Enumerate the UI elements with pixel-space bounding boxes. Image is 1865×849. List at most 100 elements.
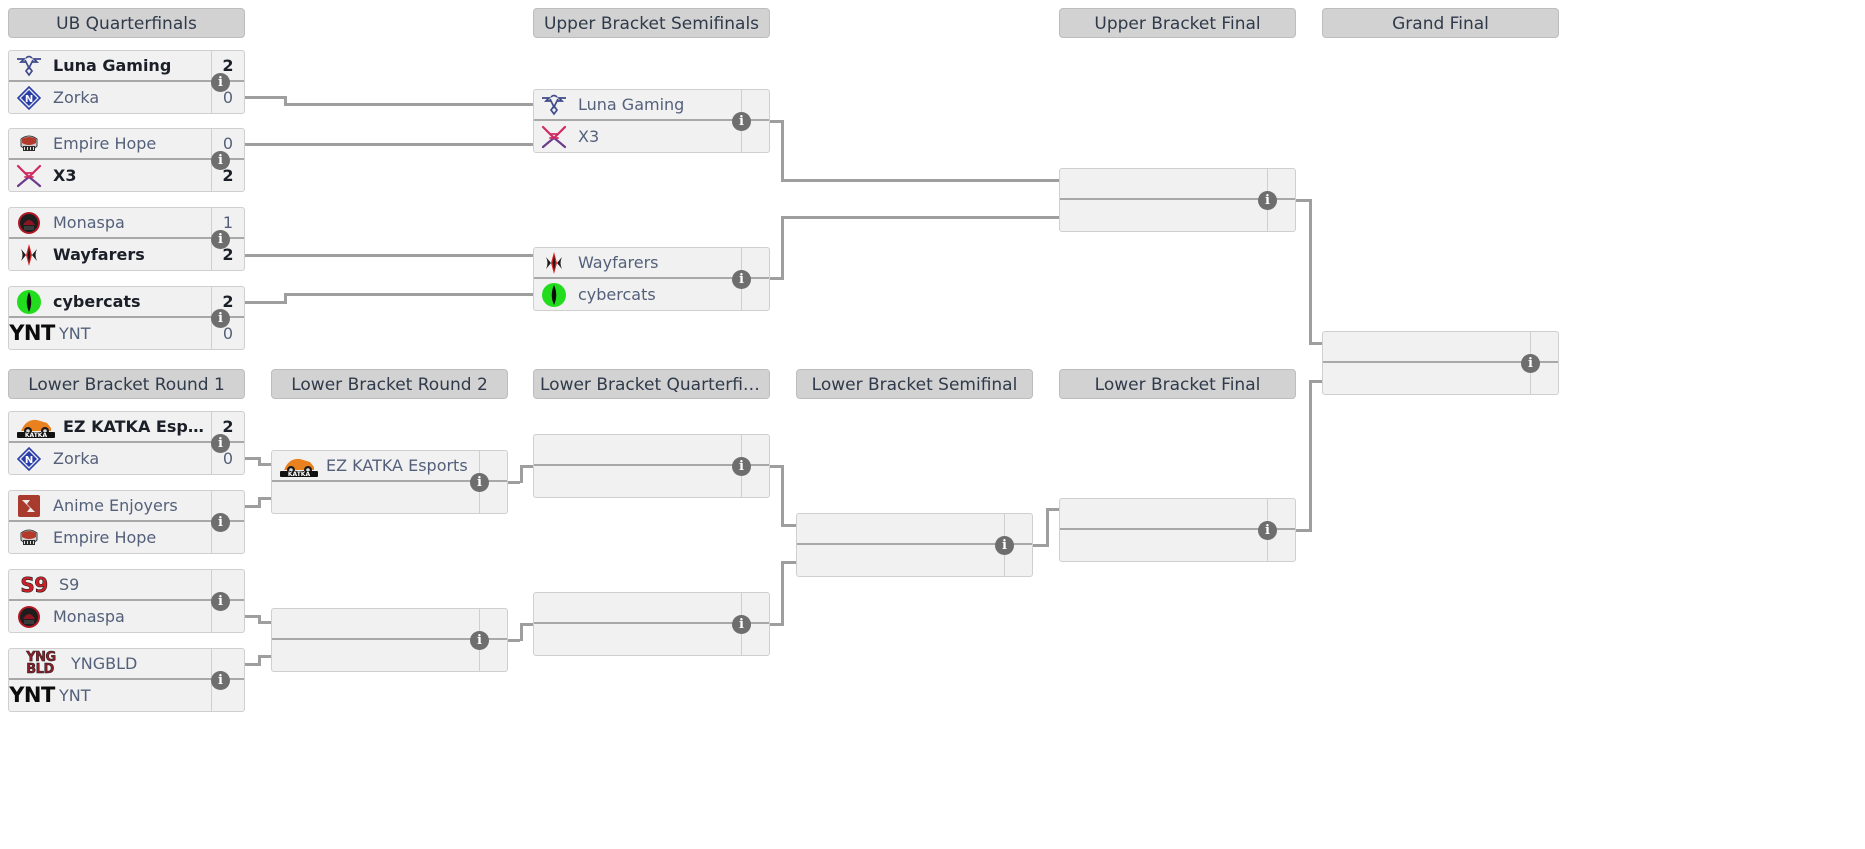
team-logo-empire: [14, 131, 44, 157]
match-ubqf3[interactable]: Monaspa 1 Wayfarers 2 i: [8, 207, 245, 271]
team-name: cybercats: [578, 285, 656, 304]
round-header-grand-final[interactable]: Grand Final: [1322, 8, 1559, 38]
match-row-top[interactable]: YNG BLD YNGBLD: [9, 649, 244, 680]
team-logo-placeholder: [539, 595, 569, 621]
team-logo-luna: [539, 92, 569, 118]
connector: [1046, 508, 1049, 547]
match-ubqf2[interactable]: Empire Hope 0 X3 2 i: [8, 128, 245, 192]
match-row-bottom[interactable]: N Zorka 0: [9, 443, 244, 474]
team-logo-placeholder: [802, 516, 832, 542]
team-logo-wayfarers: [14, 242, 44, 268]
team-name: Empire Hope: [53, 134, 157, 153]
match-lbr1m4[interactable]: YNG BLD YNGBLD YNT YNT i: [8, 648, 245, 712]
match-info-icon[interactable]: i: [211, 309, 230, 328]
match-lbqf2[interactable]: i: [533, 592, 770, 656]
match-info-icon[interactable]: i: [732, 457, 751, 476]
team-logo-placeholder: [539, 627, 569, 653]
match-row-bottom[interactable]: X3 2: [9, 160, 244, 191]
match-lbr1m1[interactable]: KATKA EZ KATKA Esports 2 N Zorka 0 i: [8, 411, 245, 475]
match-info-icon[interactable]: i: [470, 473, 489, 492]
connector: [245, 254, 533, 257]
team-logo-placeholder: [1065, 501, 1095, 527]
team-logo-placeholder: [539, 469, 569, 495]
team-logo-zorka: N: [14, 446, 44, 472]
match-info-icon[interactable]: i: [211, 73, 230, 92]
round-header-lower-bracket-round-2[interactable]: Lower Bracket Round 2: [271, 369, 508, 399]
match-lower-bracket-semifinal[interactable]: i: [796, 513, 1033, 577]
team-name: cybercats: [53, 292, 141, 311]
ynt-wordmark: YNT: [9, 321, 55, 345]
match-lbr1m3[interactable]: S9 S9 Monaspa i: [8, 569, 245, 633]
match-lower-bracket-final[interactable]: i: [1059, 498, 1296, 562]
connector: [258, 463, 271, 466]
match-info-icon[interactable]: i: [211, 671, 230, 690]
match-row-bottom[interactable]: YNT YNT 0: [9, 318, 244, 349]
connector: [781, 216, 1059, 219]
match-info-icon[interactable]: i: [1258, 191, 1277, 210]
match-info-icon[interactable]: i: [211, 151, 230, 170]
match-ubsf2[interactable]: Wayfarers cybercats i: [533, 247, 770, 311]
match-row-bottom[interactable]: Wayfarers 2: [9, 239, 244, 270]
match-info-icon[interactable]: i: [995, 536, 1014, 555]
team-name: X3: [578, 127, 600, 146]
match-row-bottom[interactable]: Monaspa: [9, 601, 244, 632]
team-logo-yngbld: YNG BLD: [13, 650, 69, 677]
match-row-top[interactable]: Luna Gaming 2: [9, 51, 244, 82]
team-name: Wayfarers: [53, 245, 145, 264]
team-name: Zorka: [53, 449, 100, 468]
match-info-icon[interactable]: i: [1258, 521, 1277, 540]
match-lbr2m2[interactable]: i: [271, 608, 508, 672]
match-grand-final[interactable]: i: [1322, 331, 1559, 395]
match-info-icon[interactable]: i: [211, 434, 230, 453]
match-upper-bracket-final[interactable]: i: [1059, 168, 1296, 232]
team-name: Zorka: [53, 88, 100, 107]
connector: [781, 561, 796, 564]
match-row-top[interactable]: cybercats 2: [9, 287, 244, 318]
match-row-top[interactable]: KATKA EZ KATKA Esports 2: [9, 412, 244, 443]
team-name: S9: [59, 575, 80, 594]
connector: [781, 465, 784, 527]
match-ubqf1[interactable]: Luna Gaming 2 N Zorka 0 i: [8, 50, 245, 114]
match-info-icon[interactable]: i: [470, 631, 489, 650]
match-row-bottom[interactable]: YNT YNT: [9, 680, 244, 711]
team-name: YNGBLD: [71, 654, 138, 673]
connector: [1309, 199, 1312, 345]
team-logo-empire: [14, 525, 44, 551]
team-logo-placeholder: [1065, 171, 1095, 197]
team-logo-monaspa: [14, 210, 44, 236]
match-row-top[interactable]: Empire Hope 0: [9, 129, 244, 160]
match-row-bottom[interactable]: N Zorka 0: [9, 82, 244, 113]
match-ubsf1[interactable]: Luna Gaming X3 i: [533, 89, 770, 153]
match-info-icon[interactable]: i: [211, 513, 230, 532]
match-lbr2m1[interactable]: KATKA EZ KATKA Esports i: [271, 450, 508, 514]
match-info-icon[interactable]: i: [732, 270, 751, 289]
team-logo-cybercats: [539, 282, 569, 308]
connector: [245, 143, 533, 146]
match-info-icon[interactable]: i: [1521, 354, 1540, 373]
match-row-top[interactable]: Monaspa 1: [9, 208, 244, 239]
round-header-upper-bracket-semifinals[interactable]: Upper Bracket Semifinals: [533, 8, 770, 38]
round-header-lower-bracket-final[interactable]: Lower Bracket Final: [1059, 369, 1296, 399]
round-header-upper-bracket-final[interactable]: Upper Bracket Final: [1059, 8, 1296, 38]
team-name: Luna Gaming: [53, 56, 172, 75]
match-row-bottom[interactable]: Empire Hope: [9, 522, 244, 553]
match-row-top[interactable]: S9 S9: [9, 570, 244, 601]
team-name: Empire Hope: [53, 528, 157, 547]
round-header-lower-bracket-round-1[interactable]: Lower Bracket Round 1: [8, 369, 245, 399]
match-info-icon[interactable]: i: [211, 592, 230, 611]
match-row-top[interactable]: Anime Enjoyers: [9, 491, 244, 522]
round-header-lower-bracket-quarterfinals[interactable]: Lower Bracket Quarterfin...: [533, 369, 770, 399]
match-info-icon[interactable]: i: [732, 615, 751, 634]
team-name: Monaspa: [53, 213, 125, 232]
connector: [284, 103, 533, 106]
team-logo-placeholder: [277, 485, 307, 511]
ynt-wordmark: YNT: [9, 683, 55, 707]
connector: [781, 561, 784, 626]
match-ubqf4[interactable]: cybercats 2 YNT YNT 0 i: [8, 286, 245, 350]
round-header-ub-quarterfinals[interactable]: UB Quarterfinals: [8, 8, 245, 38]
match-info-icon[interactable]: i: [732, 112, 751, 131]
match-lbqf1[interactable]: i: [533, 434, 770, 498]
round-header-lower-bracket-semifinal[interactable]: Lower Bracket Semifinal: [796, 369, 1033, 399]
match-lbr1m2[interactable]: Anime Enjoyers Empire Hope i: [8, 490, 245, 554]
match-info-icon[interactable]: i: [211, 230, 230, 249]
